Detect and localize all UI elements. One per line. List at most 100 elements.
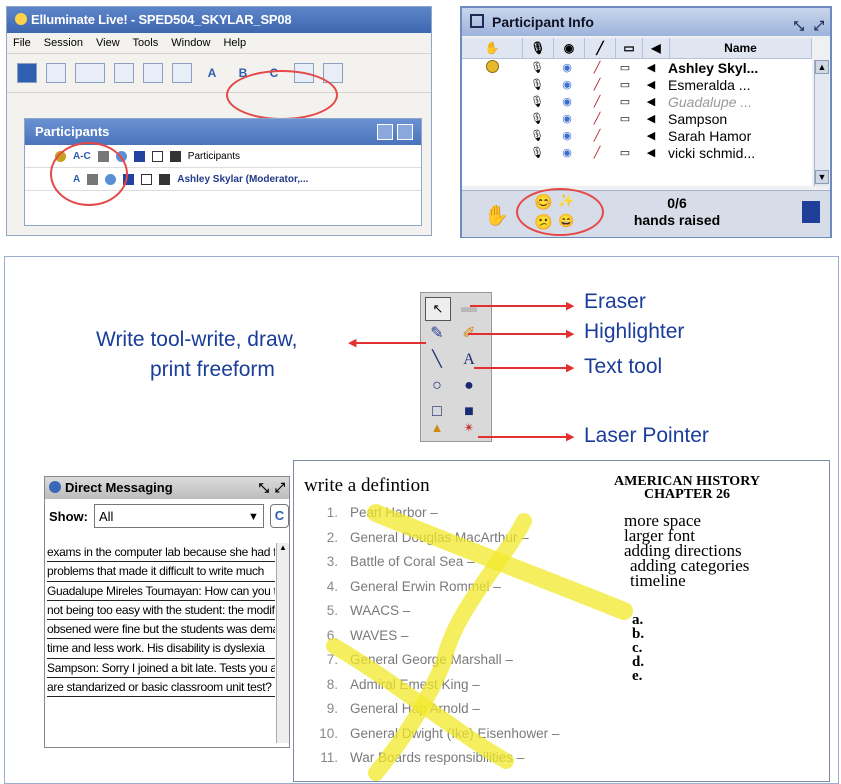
letter-item: b.: [632, 626, 645, 642]
save-icon[interactable]: [17, 63, 37, 83]
term-number: 3.: [326, 554, 338, 569]
participant-info-name: Ashley Skyl...: [668, 59, 759, 76]
highlighter-arrow: [468, 333, 570, 335]
line-icon[interactable]: ╲: [425, 349, 449, 371]
term-number: 8.: [326, 676, 338, 692]
term-text: General Erwin Rommel –: [350, 578, 501, 594]
ellipse-icon[interactable]: ○: [425, 375, 449, 397]
scroll-track[interactable]: [815, 74, 829, 170]
term-number: 11.: [320, 750, 338, 765]
chat-icon: ◀: [646, 113, 656, 125]
participant-info-row[interactable]: 🎙 ◉ ╱ ◀ Sarah Hamor: [462, 127, 812, 144]
arrowhead-left-icon: ◀: [348, 337, 357, 349]
participant-info-row[interactable]: 🎙 ◉ ╱ ▭ ◀ Ashley Skyl...: [462, 59, 812, 76]
term-item: 1. Pearl Harbor –: [300, 505, 559, 530]
maximize-icon[interactable]: ⤢: [814, 12, 824, 40]
annotation-circle-ac: [50, 142, 128, 206]
participants-title-bar: Participants: [25, 119, 421, 145]
mic-icon: 🎙: [530, 130, 544, 142]
term-number: 4.: [326, 578, 338, 594]
menu-tools[interactable]: Tools: [133, 37, 159, 49]
show-select[interactable]: All ▼: [94, 504, 264, 528]
chat-icon: ◀: [646, 62, 656, 74]
video-icon: ◉: [562, 113, 572, 125]
maximize-icon[interactable]: ⤢: [275, 477, 285, 499]
name-column-header[interactable]: Name: [670, 38, 812, 58]
term-number: 5.: [326, 603, 338, 618]
term-text: Pearl Harbor –: [350, 505, 438, 520]
letter-item: d.: [632, 654, 645, 670]
layout-icon[interactable]: [75, 63, 105, 83]
menu-session[interactable]: Session: [44, 37, 83, 49]
participants-title: Participants: [35, 124, 110, 139]
letter-item: a.: [632, 612, 644, 628]
letter-list: a. b. c. d. e.: [632, 612, 645, 684]
participant-info-row[interactable]: 🎙 ◉ ╱ ▭ ◀ Guadalupe ...: [462, 93, 812, 110]
menu-help[interactable]: Help: [223, 37, 246, 49]
filled-ellipse-icon[interactable]: ●: [457, 375, 481, 397]
pen-icon[interactable]: ✎: [425, 323, 449, 345]
term-number: 10.: [319, 725, 338, 741]
arrowhead-icon: ▶: [566, 431, 575, 443]
window-icon: ▭: [619, 79, 631, 91]
participant-info-row[interactable]: 🎙 ◉ ╱ ▭ ◀ Sampson: [462, 110, 812, 127]
chat-column-icon: ◀: [643, 38, 670, 58]
hands-label: hands raised: [633, 212, 721, 228]
write-tool-arrow: [356, 342, 426, 344]
message-line: Guadalupe Mireles Toumayan: How can you …: [47, 582, 275, 601]
list-icon[interactable]: [114, 63, 134, 83]
menu-view[interactable]: View: [96, 37, 120, 49]
window-icon: ▭: [619, 113, 631, 125]
lock-icon[interactable]: [143, 63, 163, 83]
mic-icon: 🎙: [530, 79, 544, 91]
window-column-icon: ▭: [616, 38, 643, 58]
select-pointer-icon[interactable]: ↖: [425, 297, 451, 321]
arrowhead-icon: ▶: [566, 328, 575, 340]
exit-icon[interactable]: [802, 201, 820, 223]
laser-pointer-label: Laser Pointer: [584, 424, 709, 447]
scroll-up-icon[interactable]: ▲: [277, 543, 289, 552]
pen-icon: ╱: [593, 147, 601, 159]
print-icon[interactable]: [46, 63, 66, 83]
term-text: WAVES –: [350, 627, 409, 643]
term-number: 9.: [326, 701, 338, 716]
letter-item: e.: [632, 668, 643, 684]
participant-info-name: Sampson: [668, 110, 728, 127]
text-tool-arrow: [474, 367, 570, 369]
grid-icon[interactable]: [172, 63, 192, 83]
maximize-icon[interactable]: [397, 124, 413, 140]
term-item: 6. WAVES –: [300, 628, 559, 653]
participant-info-row[interactable]: 🎙 ◉ ╱ ▭ ◀ vicki schmid...: [462, 144, 812, 161]
minimize-icon[interactable]: [377, 124, 393, 140]
menu-window[interactable]: Window: [171, 37, 210, 49]
eraser-icon[interactable]: ▬: [457, 297, 481, 319]
term-text: General Hap Arnold –: [350, 701, 480, 716]
raise-hand-icon[interactable]: ✋: [484, 203, 509, 228]
message-line: exams in the computer lab because she ha…: [47, 543, 275, 563]
participant-scrollbar[interactable]: ▲ ▼: [814, 60, 829, 186]
message-scrollbar[interactable]: ▲: [276, 543, 289, 743]
letter-item: c.: [632, 640, 643, 656]
term-item: 3. Battle of Coral Sea –: [300, 554, 559, 579]
undock-icon[interactable]: ⤡: [259, 477, 269, 499]
window-icon: [151, 150, 163, 162]
chevron-down-icon: ▼: [247, 511, 259, 523]
video-icon: ◉: [562, 130, 572, 142]
message-line: Sampson: Sorry I joined a bit late. Test…: [47, 659, 275, 679]
group-a-button[interactable]: A: [201, 66, 223, 80]
refresh-icon[interactable]: C: [269, 504, 289, 528]
clip-art-icon[interactable]: ▲: [425, 417, 449, 439]
main-toolbar: A B C: [7, 54, 431, 93]
hands-count: 0/6: [667, 195, 687, 211]
scroll-down-icon[interactable]: ▼: [815, 170, 829, 184]
menu-file[interactable]: File: [13, 37, 31, 49]
scroll-up-icon[interactable]: ▲: [815, 60, 829, 74]
term-item: 9. General Hap Arnold –: [300, 701, 559, 726]
term-number: 1.: [326, 505, 338, 520]
participant-info-row[interactable]: 🎙 ◉ ╱ ▭ ◀ Esmeralda ...: [462, 76, 812, 93]
worksheet-title: AMERICAN HISTORY CHAPTER 26: [562, 475, 812, 502]
term-text: WAACS –: [350, 603, 411, 618]
undock-icon[interactable]: ⤡: [794, 12, 804, 40]
message-log: exams in the computer lab because she ha…: [47, 543, 275, 743]
eraser-arrow: [470, 305, 570, 307]
